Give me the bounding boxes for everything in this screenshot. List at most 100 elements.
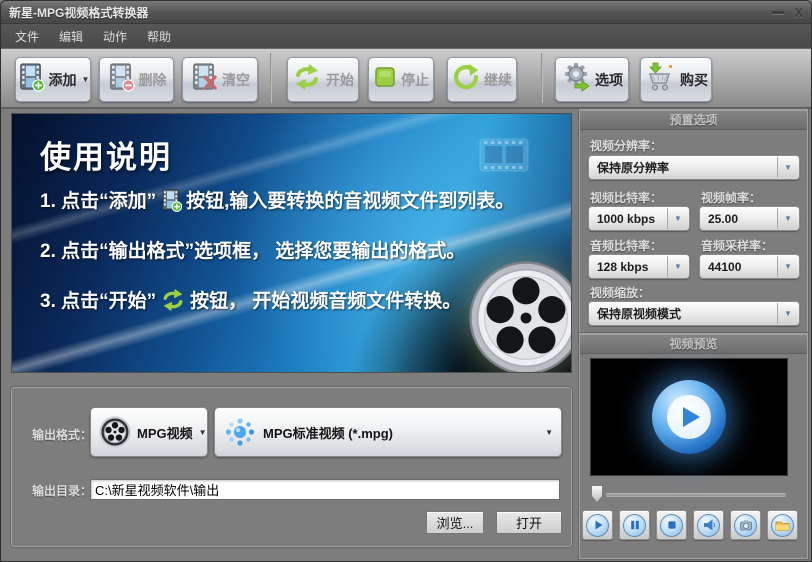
audio-bitrate-label: 音频比特率： xyxy=(590,239,663,253)
preview-mute-button[interactable] xyxy=(693,510,724,540)
clear-button[interactable]: 清空 xyxy=(182,57,258,102)
preview-play-button[interactable] xyxy=(582,510,613,540)
speaker-icon xyxy=(697,513,720,537)
resume-arrow-icon xyxy=(452,63,480,96)
film-reel-graphic xyxy=(467,259,571,372)
preview-folder-button[interactable] xyxy=(767,510,798,540)
open-button[interactable]: 打开 xyxy=(496,511,562,534)
reel-icon xyxy=(99,416,131,448)
chevron-down-icon[interactable]: ▼ xyxy=(777,208,798,229)
remove-label: 删除 xyxy=(138,71,167,88)
seek-bar xyxy=(590,486,788,504)
start-sync-inline-icon xyxy=(160,288,186,312)
add-button[interactable]: 添加 ▼ xyxy=(15,57,91,102)
audio-bitrate-value: 128 kbps xyxy=(597,259,649,274)
start-button[interactable]: 开始 xyxy=(287,57,359,102)
buy-button[interactable]: 购买 xyxy=(640,57,712,102)
step3-text-pre: 3. 点击“开始” xyxy=(40,291,157,312)
samplerate-label: 音频采样率： xyxy=(701,239,774,253)
clear-label: 清空 xyxy=(222,71,250,88)
instruction-step-3: 3. 点击“开始” 按钮， 开始视频音频文件转换。 xyxy=(40,286,461,313)
play-icon xyxy=(586,513,609,537)
stop-icon xyxy=(660,513,683,537)
close-icon[interactable]: X xyxy=(794,6,803,19)
chevron-down-icon[interactable]: ▼ xyxy=(667,208,688,229)
video-preview-screen xyxy=(590,358,788,476)
add-caret-icon: ▼ xyxy=(81,75,90,84)
video-preview-group: 视频预览 xyxy=(579,333,808,559)
film-remove-icon xyxy=(107,62,135,97)
framerate-select[interactable]: 25.00 ▼ xyxy=(699,206,800,231)
video-bitrate-value: 1000 kbps xyxy=(597,211,656,226)
add-label: 添加 xyxy=(48,71,77,88)
output-profile-value: MPG标准视频 (*.mpg) xyxy=(263,425,393,441)
preview-pause-button[interactable] xyxy=(619,510,650,540)
menu-help[interactable]: 帮助 xyxy=(139,25,179,48)
chevron-down-icon[interactable]: ▼ xyxy=(667,256,688,277)
seek-thumb[interactable] xyxy=(592,486,602,502)
instruction-step-2: 2. 点击“输出格式”选项框， 选择您要输出的格式。 xyxy=(40,236,465,263)
framerate-value: 25.00 xyxy=(708,211,739,226)
start-label: 开始 xyxy=(326,71,354,88)
stop-square-icon xyxy=(373,65,397,94)
molecule-icon xyxy=(223,415,257,449)
remove-button[interactable]: 删除 xyxy=(99,57,174,102)
browse-button[interactable]: 浏览... xyxy=(426,511,484,534)
cart-icon xyxy=(644,62,676,97)
preset-group-title: 预置选项 xyxy=(580,110,807,130)
resume-label: 继续 xyxy=(484,71,512,88)
options-button[interactable]: 选项 xyxy=(555,57,629,102)
output-panel: 输出格式： MPG视频 ▼ MPG标准视频 (*.mpg) ▼ 输出目录： C:… xyxy=(11,387,572,547)
preview-snapshot-button[interactable] xyxy=(730,510,761,540)
chevron-down-icon[interactable]: ▼ xyxy=(777,157,798,178)
chevron-down-icon: ▼ xyxy=(545,427,553,437)
start-sync-icon xyxy=(292,63,322,96)
step1-text-pre: 1. 点击“添加” xyxy=(40,191,157,212)
camera-icon xyxy=(734,513,757,537)
step1-text-post: 按钮,输入要转换的音视频文件到列表。 xyxy=(186,191,515,212)
step2-text: 2. 点击“输出格式”选项框， 选择您要输出的格式。 xyxy=(40,241,466,262)
samplerate-value: 44100 xyxy=(708,259,742,274)
preview-group-title: 视频预览 xyxy=(580,334,807,354)
title-bar: 新星-MPG视频格式转换器 X xyxy=(1,1,811,24)
stop-button[interactable]: 停止 xyxy=(368,57,434,102)
chevron-down-icon[interactable]: ▼ xyxy=(777,256,798,277)
film-add-inline-icon xyxy=(160,187,183,213)
player-logo-icon xyxy=(652,380,726,454)
menu-edit[interactable]: 编辑 xyxy=(51,25,91,48)
window-title: 新星-MPG视频格式转换器 xyxy=(9,5,149,20)
video-scale-select[interactable]: 保持原视频模式 ▼ xyxy=(588,301,800,326)
filmstrip-watermark-icon xyxy=(479,138,529,177)
menu-action[interactable]: 动作 xyxy=(95,25,135,48)
seek-track[interactable] xyxy=(606,493,786,496)
resume-button[interactable]: 继续 xyxy=(447,57,517,102)
samplerate-select[interactable]: 44100 ▼ xyxy=(699,254,800,279)
options-label: 选项 xyxy=(595,71,623,88)
menu-file[interactable]: 文件 xyxy=(7,25,47,48)
minimize-icon[interactable] xyxy=(772,10,785,14)
audio-bitrate-select[interactable]: 128 kbps ▼ xyxy=(588,254,690,279)
toolbar-separator xyxy=(270,53,272,103)
gear-icon xyxy=(561,62,591,97)
folder-icon xyxy=(771,513,794,537)
output-profile-select[interactable]: MPG标准视频 (*.mpg) ▼ xyxy=(214,407,562,457)
toolbar-separator xyxy=(541,53,543,103)
resolution-select[interactable]: 保持原分辨率 ▼ xyxy=(588,155,800,180)
film-add-icon xyxy=(17,62,45,97)
stop-label: 停止 xyxy=(401,71,429,88)
video-scale-value: 保持原视频模式 xyxy=(597,307,682,321)
video-bitrate-select[interactable]: 1000 kbps ▼ xyxy=(588,206,690,231)
output-format-value: MPG视频 xyxy=(137,425,193,441)
instructions-banner: 使用说明 1. 点击“添加” 按钮,输入要转换的音视频文件到列表。 2. 点击“… xyxy=(11,113,572,373)
step3-text-post: 按钮， 开始视频音频文件转换。 xyxy=(190,291,462,312)
banner-title: 使用说明 xyxy=(40,140,172,175)
toolbar: 添加 ▼ 删除 清空 开始 停止 继续 选项 购买 xyxy=(1,48,811,109)
output-format-select[interactable]: MPG视频 ▼ xyxy=(90,407,208,457)
pause-icon xyxy=(623,513,646,537)
output-dir-input[interactable] xyxy=(90,479,560,500)
resolution-label: 视频分辨率： xyxy=(590,139,663,153)
framerate-label: 视频帧率： xyxy=(701,191,762,205)
video-scale-label: 视频缩放： xyxy=(590,286,651,300)
preview-stop-button[interactable] xyxy=(656,510,687,540)
chevron-down-icon[interactable]: ▼ xyxy=(777,303,798,324)
